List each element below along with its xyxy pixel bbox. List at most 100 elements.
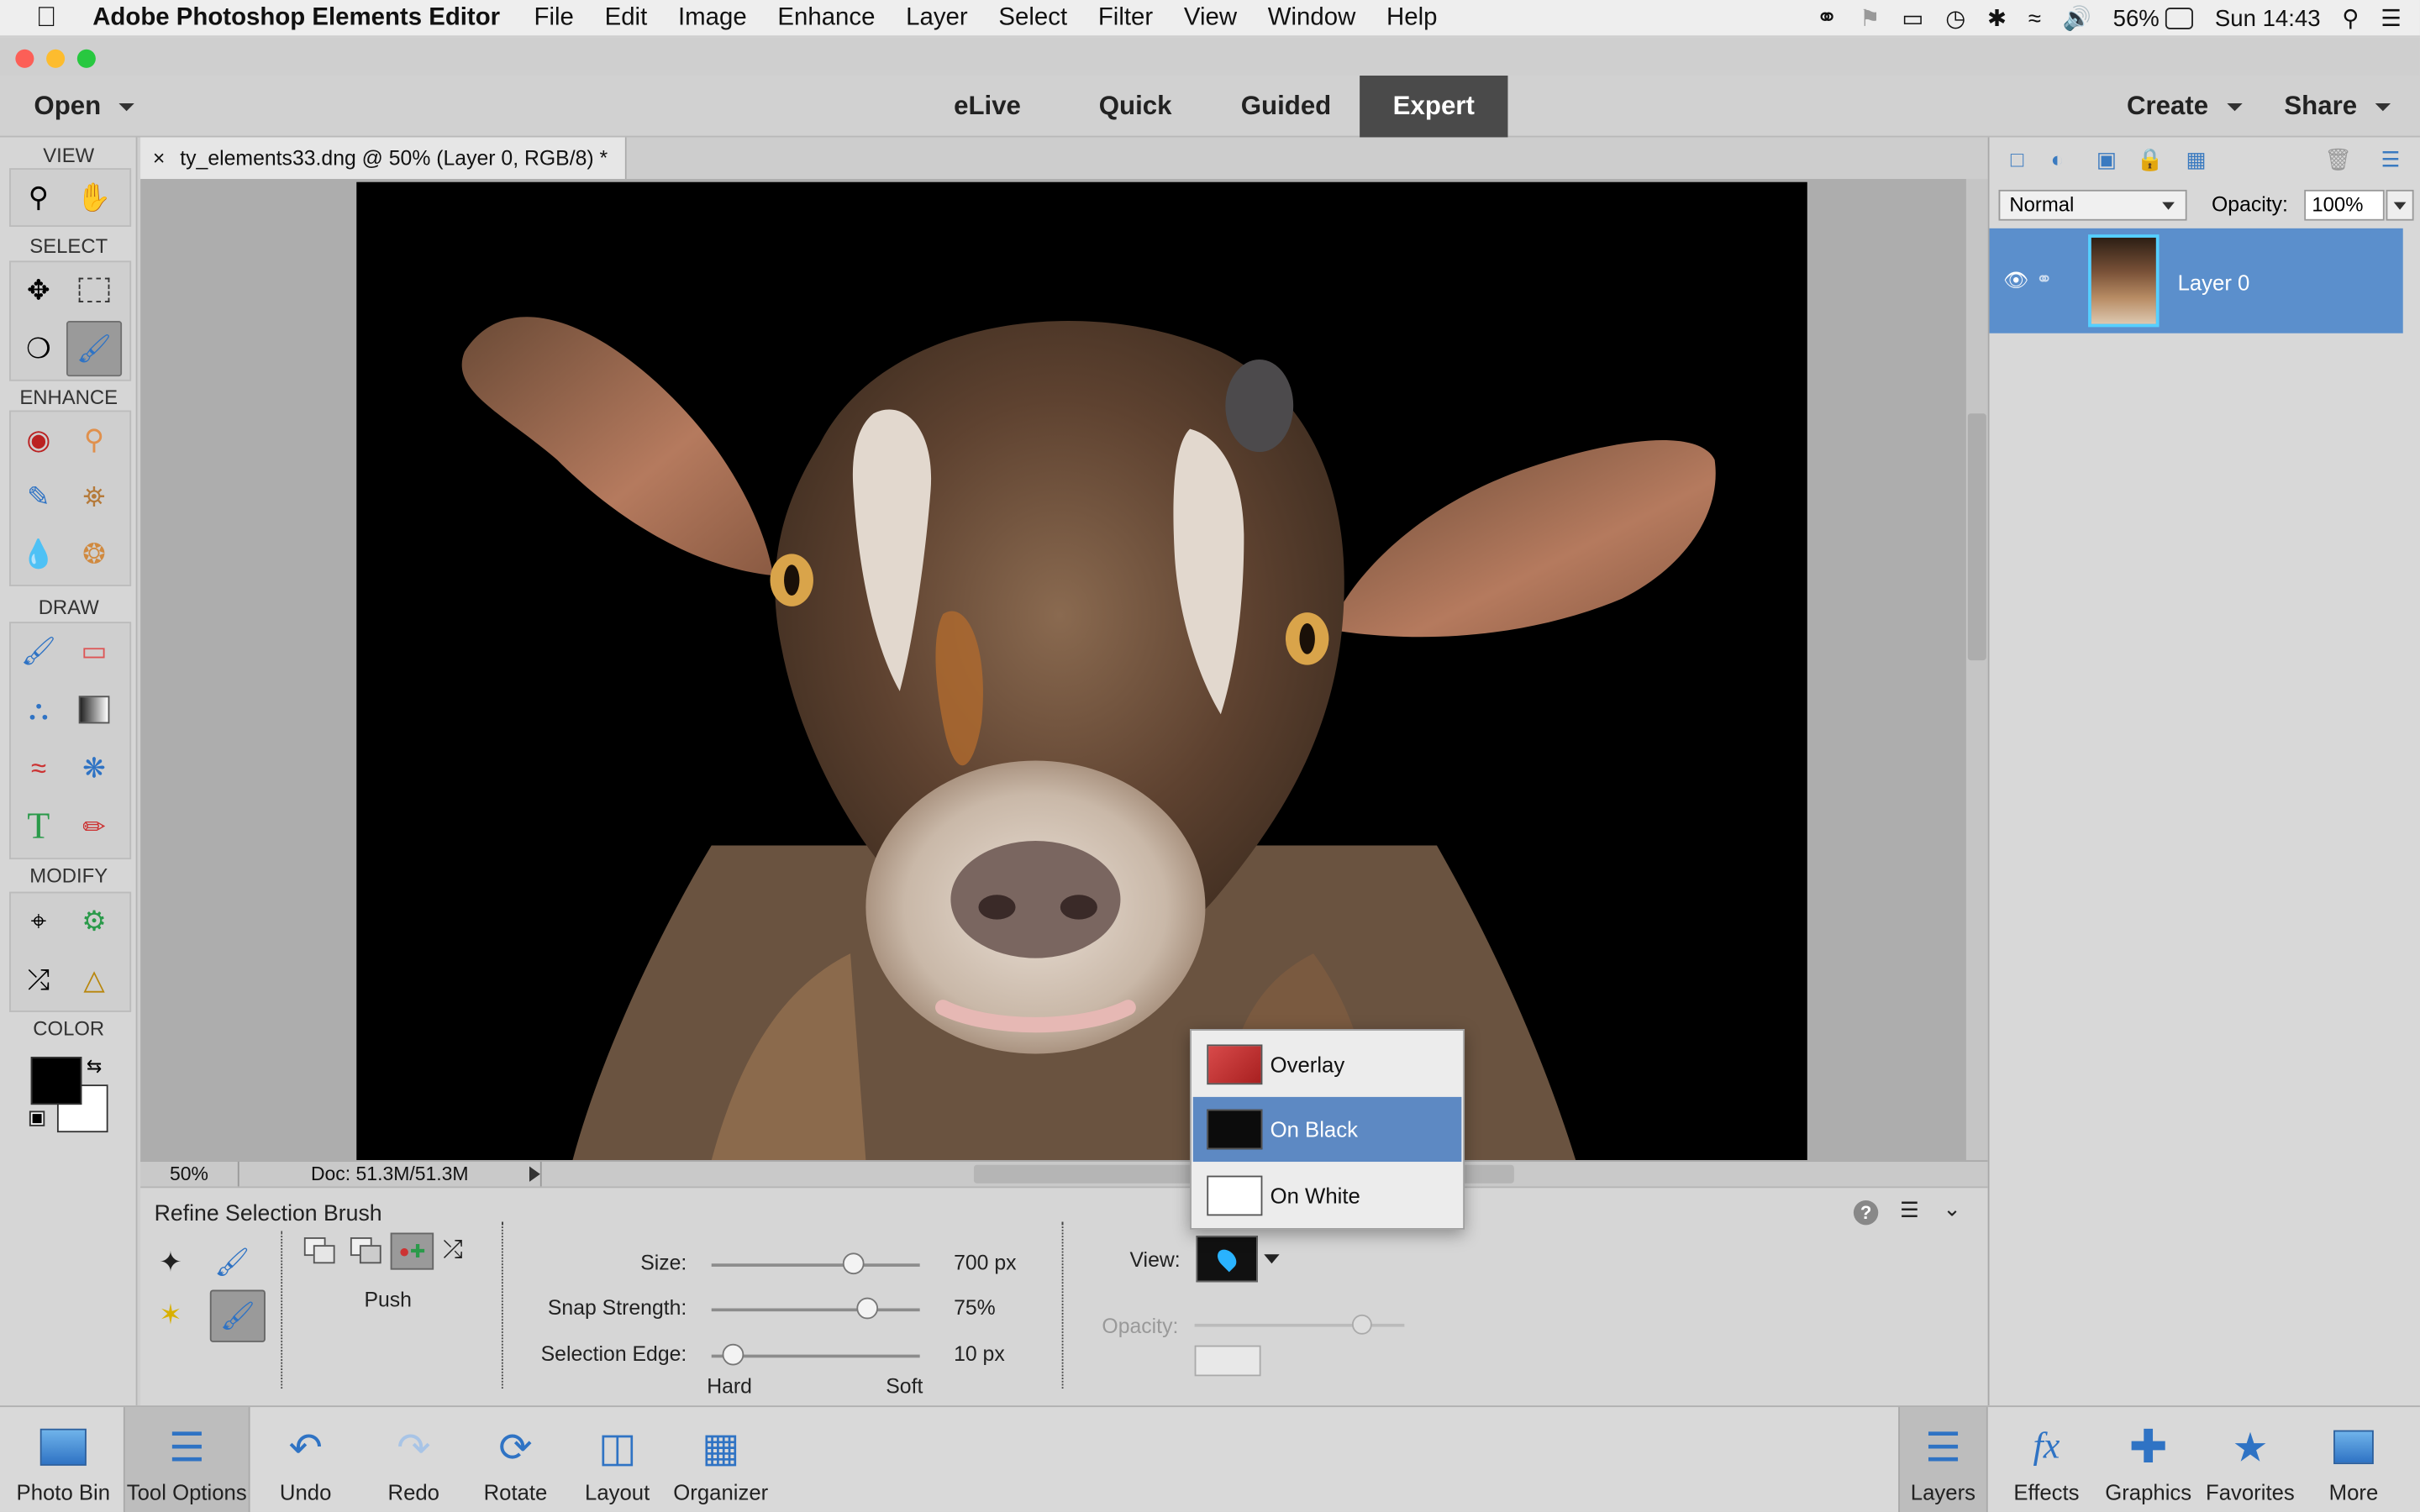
- zoom-level[interactable]: 50%: [140, 1162, 239, 1189]
- vertical-scrollbar[interactable]: [1965, 179, 1988, 1161]
- menu-help[interactable]: Help: [1386, 4, 1437, 32]
- lasso-tool-icon[interactable]: ❍: [11, 321, 66, 376]
- brush-tool-icon[interactable]: 🖌: [11, 623, 66, 679]
- default-colors-icon[interactable]: [29, 1110, 45, 1126]
- lock-transparency-icon[interactable]: ▦: [2181, 145, 2212, 173]
- favorites-button[interactable]: ★ Favorites: [2201, 1407, 2300, 1512]
- spot-healing-icon[interactable]: ⚲: [66, 412, 122, 467]
- graphics-button[interactable]: ✚ Graphics: [2102, 1407, 2195, 1512]
- share-button[interactable]: Share: [2284, 76, 2391, 137]
- tab-expert[interactable]: Expert: [1360, 75, 1508, 138]
- view-mode-dropdown[interactable]: [1196, 1236, 1258, 1283]
- zoom-window-button[interactable]: [76, 49, 96, 68]
- bluetooth-icon[interactable]: ✱: [1987, 5, 2007, 32]
- open-button[interactable]: Open: [34, 76, 135, 137]
- red-eye-tool-icon[interactable]: ◉: [11, 412, 66, 467]
- blur-tool-icon[interactable]: 💧: [11, 528, 66, 583]
- new-layer-icon[interactable]: □: [2002, 145, 2033, 173]
- menu-view[interactable]: View: [1184, 4, 1237, 32]
- rotate-button[interactable]: ⟳ Rotate: [469, 1407, 561, 1512]
- selection-brush-variant-icon[interactable]: 🖌: [214, 1247, 250, 1279]
- snap-strength-slider-track[interactable]: [711, 1308, 920, 1312]
- menu-edit[interactable]: Edit: [605, 4, 648, 32]
- menu-file[interactable]: File: [534, 4, 574, 32]
- tab-elive[interactable]: eLive: [920, 76, 1055, 137]
- link-layer-icon[interactable]: ⚭: [2036, 267, 2053, 291]
- undo-button[interactable]: ↶ Undo: [262, 1407, 349, 1512]
- menu-item-on-white[interactable]: On White: [1193, 1163, 1462, 1228]
- tab-guided[interactable]: Guided: [1207, 76, 1365, 137]
- gradient-tool-icon[interactable]: [66, 682, 122, 738]
- tool-options-button[interactable]: ☰ Tool Options: [123, 1407, 250, 1512]
- menu-item-on-black[interactable]: On Black: [1192, 1096, 1462, 1163]
- content-aware-move-icon[interactable]: ⤮: [11, 952, 66, 1007]
- refine-brush-selected-icon[interactable]: 🖌: [209, 1289, 266, 1342]
- redo-button[interactable]: ↷ Redo: [371, 1407, 457, 1512]
- straighten-tool-icon[interactable]: △: [66, 952, 122, 1007]
- airplay-icon[interactable]: ▭: [1902, 5, 1923, 32]
- view-dropdown-arrow-icon[interactable]: [1264, 1254, 1280, 1264]
- recompose-tool-icon[interactable]: ⚙: [66, 893, 122, 948]
- sponge-tool-icon[interactable]: ❂: [66, 528, 122, 583]
- magic-wand-variant-icon[interactable]: ✶: [159, 1299, 182, 1332]
- wifi-icon[interactable]: ≈: [2028, 5, 2041, 31]
- refine-selection-brush-variant-icon[interactable]: ✦: [159, 1247, 182, 1279]
- battery-icon[interactable]: [2165, 8, 2194, 29]
- menu-window[interactable]: Window: [1268, 4, 1356, 32]
- chevron-down-icon[interactable]: ⌄: [1943, 1195, 1961, 1221]
- paint-bucket-icon[interactable]: ⛬: [11, 682, 66, 738]
- more-button[interactable]: More: [2315, 1407, 2392, 1512]
- snap-strength-slider-knob[interactable]: [856, 1297, 879, 1320]
- clone-stamp-icon[interactable]: ⛯: [66, 470, 122, 525]
- eraser-tool-icon[interactable]: ▭: [66, 623, 122, 679]
- layer-thumbnail[interactable]: [2088, 234, 2160, 328]
- organizer-button[interactable]: ▦ Organizer: [666, 1407, 775, 1512]
- layer-opacity-input[interactable]: 100%: [2304, 189, 2385, 221]
- photo-bin-button[interactable]: Photo Bin: [9, 1407, 118, 1512]
- move-tool-icon[interactable]: ✥: [11, 262, 66, 318]
- layer-row[interactable]: 👁 ⚭ Layer 0: [1989, 228, 2403, 333]
- menu-filter[interactable]: Filter: [1098, 4, 1153, 32]
- status-menu-arrow-icon[interactable]: [529, 1166, 540, 1182]
- swap-colors-icon[interactable]: ⇆: [87, 1055, 102, 1077]
- blend-mode-dropdown[interactable]: Normal: [1998, 189, 2187, 221]
- vertical-scroll-thumb[interactable]: [1967, 413, 1986, 661]
- smooth-mode-icon[interactable]: ⤮: [443, 1237, 463, 1265]
- menu-item-overlay[interactable]: Overlay: [1193, 1032, 1462, 1097]
- layout-button[interactable]: ◫ Layout: [574, 1407, 660, 1512]
- smart-brush-icon[interactable]: ✎: [11, 470, 66, 525]
- size-slider-track[interactable]: [711, 1263, 920, 1267]
- document-image[interactable]: [356, 181, 1807, 1161]
- script-icon[interactable]: ⚑: [1860, 5, 1881, 32]
- menu-select[interactable]: Select: [998, 4, 1067, 32]
- type-tool-icon[interactable]: T: [11, 799, 66, 854]
- adjustment-layer-icon[interactable]: ◐: [2042, 145, 2073, 173]
- close-tab-icon[interactable]: ×: [153, 146, 165, 170]
- layer-name[interactable]: Layer 0: [2178, 270, 2250, 294]
- custom-shape-icon[interactable]: ❋: [66, 741, 122, 796]
- crop-tool-icon[interactable]: ⌖: [11, 893, 66, 948]
- app-name-menu[interactable]: Adobe Photoshop Elements Editor: [92, 4, 500, 32]
- marquee-tool-icon[interactable]: [66, 262, 122, 318]
- menu-layer[interactable]: Layer: [906, 4, 968, 32]
- foreground-color-swatch[interactable]: [30, 1057, 82, 1105]
- add-selection-mode-icon[interactable]: [350, 1237, 384, 1265]
- layers-button[interactable]: ☰ Layers: [1898, 1407, 1988, 1512]
- lock-all-icon[interactable]: 🔒: [2134, 145, 2165, 173]
- menu-image[interactable]: Image: [678, 4, 747, 32]
- hand-tool-icon[interactable]: ✋: [66, 170, 122, 225]
- clock[interactable]: Sun 14:43: [2215, 5, 2321, 31]
- close-window-button[interactable]: [15, 49, 34, 68]
- eyedropper-icon[interactable]: ≈: [11, 741, 66, 796]
- refine-selection-brush-icon[interactable]: 🖌: [66, 321, 123, 377]
- delete-layer-icon[interactable]: 🗑: [2323, 145, 2354, 173]
- effects-button[interactable]: fx Effects: [2003, 1407, 2090, 1512]
- zoom-tool-icon[interactable]: ⚲: [11, 170, 66, 225]
- tab-quick[interactable]: Quick: [1065, 76, 1206, 137]
- layer-mask-icon[interactable]: ▣: [2091, 145, 2123, 173]
- time-machine-icon[interactable]: ◷: [1945, 5, 1965, 32]
- creative-cloud-icon[interactable]: ⚭: [1816, 3, 1838, 34]
- selection-edge-slider-knob[interactable]: [721, 1343, 744, 1366]
- help-icon[interactable]: ?: [1853, 1200, 1879, 1226]
- volume-icon[interactable]: 🔊: [2063, 5, 2091, 32]
